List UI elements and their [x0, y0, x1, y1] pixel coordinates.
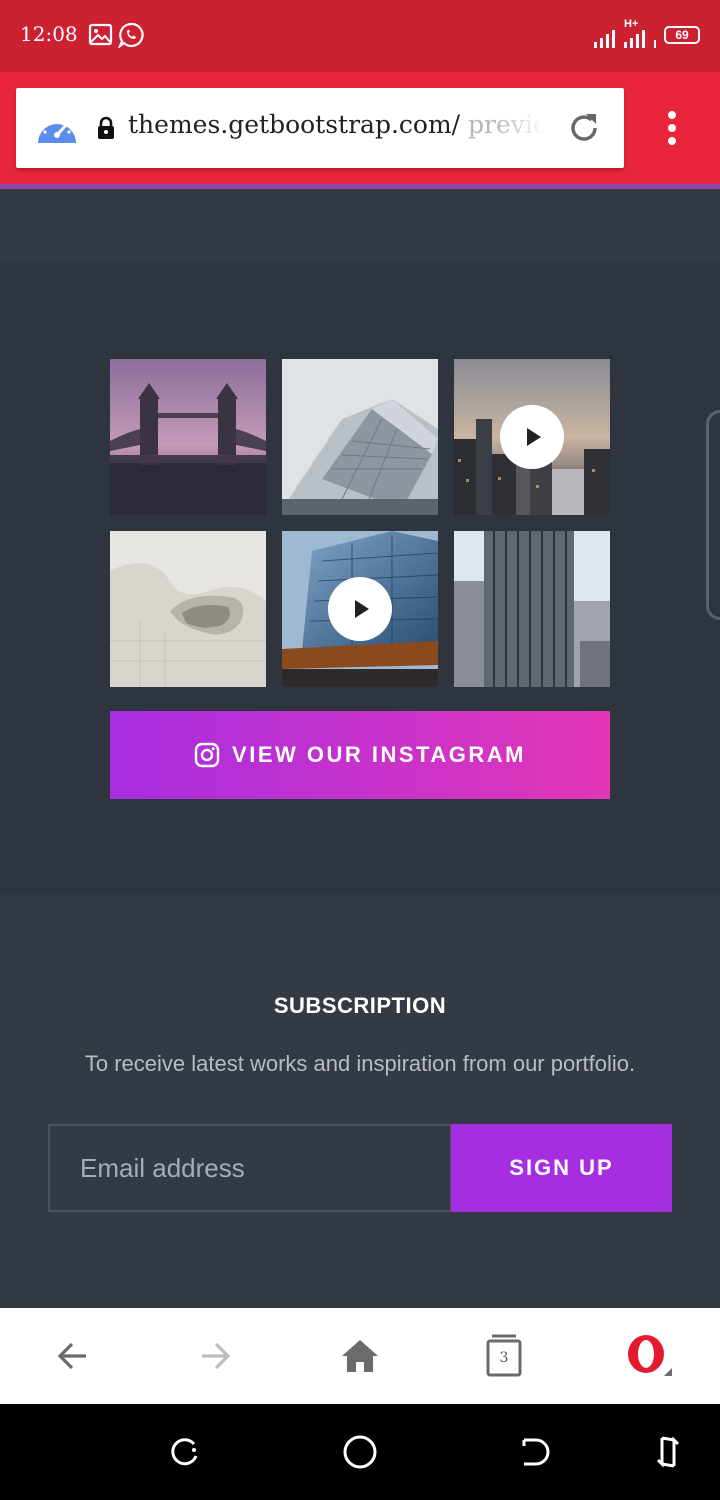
whatsapp-icon [118, 22, 144, 48]
view-instagram-button[interactable]: VIEW OUR INSTAGRAM [110, 711, 610, 799]
url-host: themes.getbootstrap.com/ [128, 110, 461, 139]
opera-menu-icon [628, 1335, 672, 1376]
opera-menu-button[interactable] [624, 1332, 672, 1380]
forward-button[interactable] [192, 1332, 240, 1380]
tab-count: 3 [499, 1350, 509, 1366]
back-button[interactable] [48, 1332, 96, 1380]
instagram-tile-city-skyline[interactable] [454, 359, 610, 515]
home-icon[interactable] [342, 1434, 378, 1470]
page-section-top [0, 189, 720, 263]
play-icon[interactable] [500, 405, 564, 469]
tower-bridge-image [110, 359, 266, 515]
rotate-icon[interactable] [650, 1434, 686, 1470]
instagram-tile-white-architecture[interactable] [110, 531, 266, 687]
play-icon[interactable] [328, 577, 392, 641]
home-icon [342, 1340, 378, 1372]
subscription-section: SUBSCRIPTION To receive latest works and… [0, 895, 720, 1308]
recents-icon[interactable] [166, 1434, 202, 1470]
signal-icon [654, 22, 656, 48]
sign-up-button[interactable]: SIGN UP [451, 1124, 672, 1212]
subscription-title: SUBSCRIPTION [273, 993, 447, 1018]
instagram-tile-skyscrapers[interactable] [454, 531, 610, 687]
instagram-tile-blue-glass-tower[interactable] [282, 531, 438, 687]
battery-icon: 69 [664, 26, 700, 44]
view-instagram-label: VIEW OUR INSTAGRAM [232, 742, 526, 767]
back-icon [57, 1342, 86, 1370]
email-field[interactable] [48, 1124, 452, 1212]
scroll-handle[interactable] [706, 410, 720, 620]
url-fade [496, 102, 546, 152]
status-bar: 12:08 H+ 69 [0, 0, 720, 72]
skyscrapers-image [454, 531, 610, 687]
more-menu-icon[interactable] [664, 110, 680, 146]
instagram-tile-glass-building[interactable] [282, 359, 438, 515]
back-icon[interactable] [518, 1434, 554, 1470]
browser-toolbar: themes.getbootstrap.com/ preview [0, 72, 720, 186]
image-icon [88, 23, 113, 46]
speed-dial-icon[interactable] [36, 110, 78, 146]
url-text[interactable]: themes.getbootstrap.com/ preview [128, 110, 540, 139]
lock-icon [98, 116, 114, 139]
instagram-section: VIEW OUR INSTAGRAM [0, 263, 720, 895]
subscription-description: To receive latest works and inspiration … [84, 1051, 636, 1076]
system-nav-bar [0, 1404, 720, 1500]
browser-bottom-nav: 3 [0, 1308, 720, 1404]
signal-icon [624, 22, 645, 48]
white-architecture-image [110, 531, 266, 687]
forward-icon [202, 1342, 231, 1370]
signal-icon [594, 22, 615, 48]
home-button[interactable] [336, 1332, 384, 1380]
instagram-icon [194, 742, 220, 768]
status-time: 12:08 [20, 22, 78, 46]
reload-icon[interactable] [566, 110, 602, 146]
glass-building-image [282, 359, 438, 515]
tabs-button[interactable]: 3 [480, 1332, 528, 1380]
instagram-tile-tower-bridge[interactable] [110, 359, 266, 515]
address-bar[interactable]: themes.getbootstrap.com/ preview [16, 88, 624, 168]
